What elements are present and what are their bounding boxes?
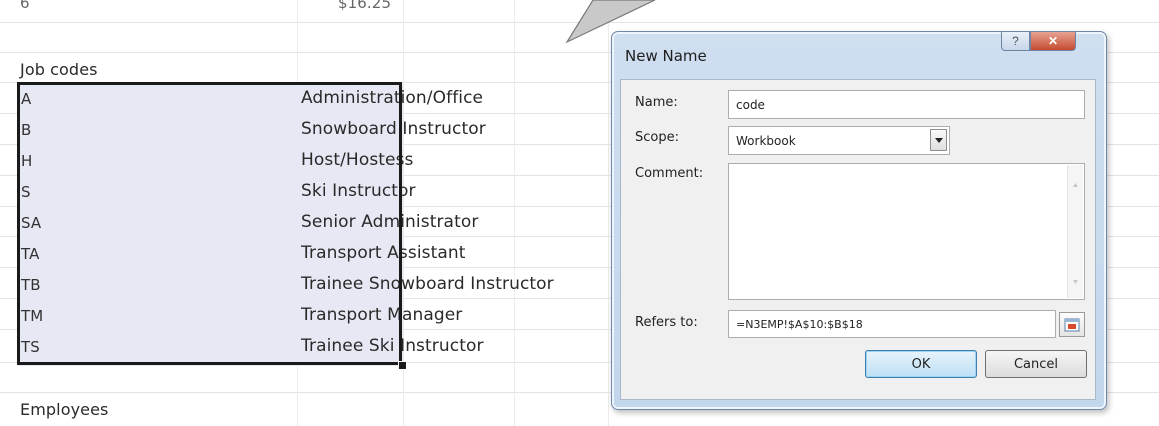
cancel-button[interactable]: Cancel: [985, 350, 1087, 378]
chevron-down-icon[interactable]: [930, 129, 947, 151]
selection-range-border: [17, 82, 402, 365]
section-title-job-codes[interactable]: Job codes: [20, 60, 98, 79]
help-button[interactable]: ?: [1001, 32, 1030, 51]
cell-a-top[interactable]: 6: [20, 0, 30, 12]
close-button[interactable]: ✕: [1030, 32, 1076, 51]
grid-line: [514, 0, 515, 426]
range-collapse-icon[interactable]: [1059, 312, 1085, 337]
dialog-body: Name: code Scope: Workbook Comment: Refe…: [620, 79, 1096, 400]
scope-label: Scope:: [635, 130, 679, 145]
section-title-employees[interactable]: Employees: [20, 400, 108, 419]
ok-button[interactable]: OK: [865, 350, 977, 378]
name-field[interactable]: code: [728, 90, 1085, 119]
new-name-dialog: New Name ? ✕ Name: code Scope: Workbook …: [611, 31, 1107, 410]
name-label: Name:: [635, 95, 678, 110]
comment-textarea[interactable]: [728, 163, 1085, 300]
refers-to-field[interactable]: =N3EMP!$A$10:$B$18: [728, 310, 1056, 338]
scope-value: Workbook: [736, 134, 796, 148]
dialog-title: New Name: [625, 47, 707, 65]
grid-line: [608, 0, 609, 426]
scope-select[interactable]: Workbook: [728, 126, 950, 155]
cell-b-top[interactable]: $16.25: [338, 0, 391, 12]
comment-scrollbar[interactable]: [1067, 165, 1083, 298]
comment-label: Comment:: [635, 166, 704, 181]
refers-to-label: Refers to:: [635, 315, 698, 330]
fill-handle[interactable]: [398, 361, 407, 370]
